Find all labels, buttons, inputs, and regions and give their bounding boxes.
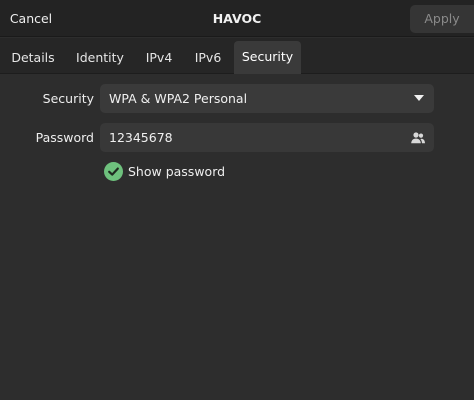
- check-icon: [104, 162, 123, 181]
- cancel-button[interactable]: Cancel: [5, 5, 57, 32]
- window-title: HAVOC: [212, 11, 262, 26]
- tab-security[interactable]: Security: [234, 41, 301, 74]
- tab-details[interactable]: Details: [4, 42, 62, 74]
- password-field[interactable]: 12345678: [100, 123, 434, 152]
- tab-bar: Details Identity IPv4 IPv6 Security: [0, 38, 474, 74]
- users-icon[interactable]: [410, 130, 426, 146]
- apply-button[interactable]: Apply: [410, 5, 474, 33]
- chevron-down-icon: [414, 95, 424, 101]
- password-label: Password: [35, 130, 94, 145]
- tab-ipv4[interactable]: IPv4: [138, 42, 180, 74]
- password-value: 12345678: [109, 130, 173, 145]
- show-password-label: Show password: [128, 164, 226, 179]
- connection-editor-window: Cancel HAVOC Apply Details Identity IPv4…: [0, 0, 474, 400]
- tab-ipv6[interactable]: IPv6: [186, 42, 230, 74]
- tab-identity[interactable]: Identity: [66, 42, 134, 74]
- security-dropdown-value: WPA & WPA2 Personal: [109, 91, 248, 106]
- headerbar: Cancel HAVOC Apply: [0, 0, 474, 37]
- security-dropdown[interactable]: WPA & WPA2 Personal: [100, 84, 434, 113]
- security-label: Security: [42, 91, 94, 106]
